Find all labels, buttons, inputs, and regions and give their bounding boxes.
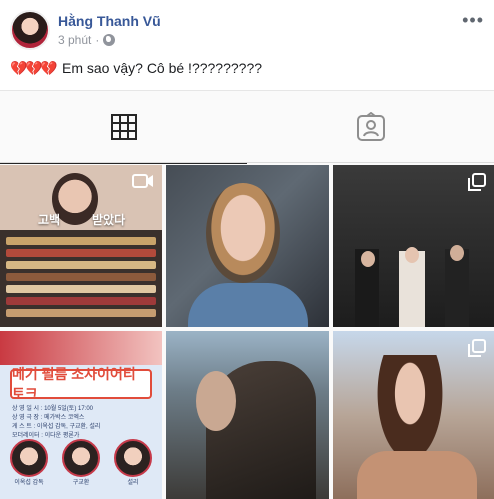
video-overlay-left: 고백 — [38, 213, 61, 227]
poster-title: 메기 펄름 소사이어티 토크 — [10, 366, 152, 402]
multiple-photos-icon — [468, 173, 486, 191]
author-avatar[interactable] — [10, 10, 50, 50]
meta-separator: · — [95, 33, 100, 47]
poster-banner — [0, 331, 162, 365]
tile-shelf-row — [6, 273, 156, 281]
poster-guest: 구교환 — [62, 439, 100, 486]
tile-photo-face — [206, 183, 280, 283]
post-meta: 3 phút · — [58, 33, 116, 47]
poster-info: 상 영 일 시 : 10월 5일(토) 17:00 상 영 극 장 : 메가박스… — [12, 405, 152, 441]
tagged-person-icon — [356, 112, 385, 141]
grid-tile-photo[interactable] — [166, 331, 329, 499]
tile-photo-face — [361, 251, 375, 267]
post-time[interactable]: 3 phút — [58, 33, 91, 47]
tile-shelf-row — [6, 249, 156, 257]
globe-icon[interactable] — [103, 34, 116, 46]
grid-tile-video[interactable]: 고백 받았다 — [0, 165, 162, 327]
instagram-embed: 고백 받았다 메기 펄름 소사이어티 토크 상 영 일 시: 10월 5일(토… — [0, 90, 494, 499]
more-options-button[interactable]: ••• — [462, 10, 484, 31]
tile-photo-body — [357, 451, 477, 499]
tile-photo-shirt — [188, 283, 308, 327]
poster-guests: 이옥섭 감독 구교환 설리 — [10, 439, 152, 486]
poster-guest-name: 구교환 — [72, 480, 90, 486]
post-caption: Em sao vậy? Cô bé !????????? — [62, 60, 263, 76]
poster-guest: 이옥섭 감독 — [10, 439, 48, 486]
tile-photo-face — [405, 247, 419, 263]
poster-info-line: 게 스 트 : 이옥섭 감독, 구교환, 설리 — [12, 424, 101, 430]
tile-photo-face — [375, 355, 445, 465]
poster-guest-name: 설리 — [127, 480, 139, 486]
grid-icon — [110, 114, 137, 140]
broken-heart-icon: 💔 — [25, 59, 43, 76]
poster-guest-photo — [114, 439, 152, 477]
grid-tile-poster[interactable]: 메기 펄름 소사이어티 토크 상 영 일 시 : 10월 5일(토) 17:00… — [0, 331, 162, 499]
grid-tile-photo[interactable] — [166, 165, 329, 327]
tile-shelf-row — [6, 261, 156, 269]
broken-heart-icon: 💔 — [10, 59, 28, 76]
tile-shelf-row — [6, 297, 156, 305]
poster-guest-photo — [62, 439, 100, 477]
post-header: Hằng Thanh Vũ 3 phút · ••• — [10, 10, 484, 54]
grid-tile-carousel[interactable] — [333, 331, 494, 499]
poster-guest-name: 이옥섭 감독 — [14, 480, 44, 486]
grid-tile-carousel[interactable] — [333, 165, 494, 327]
tile-shelf-row — [6, 237, 156, 245]
broken-heart-icon: 💔 — [40, 59, 58, 76]
poster-guest: 설리 — [114, 439, 152, 486]
profile-tabbar — [0, 91, 494, 164]
tile-photo-face — [196, 371, 236, 431]
tile-photo-face — [450, 245, 464, 261]
video-camera-icon — [132, 174, 153, 188]
poster-guest-photo — [10, 439, 48, 477]
post-text: 💔 💔 💔 Em sao vậy? Cô bé !????????? — [10, 60, 262, 76]
tab-posts-grid[interactable] — [0, 91, 247, 164]
broken-hearts: 💔 💔 💔 — [10, 59, 58, 76]
tile-shelf-row — [6, 285, 156, 293]
tab-tagged[interactable] — [247, 91, 494, 163]
tile-shelf-row — [6, 309, 156, 317]
poster-info-line: 상 영 극 장 : 메가박스 코엑스 — [12, 415, 85, 421]
poster-info-line: 상 영 일 시 : 10월 5일(토) 17:00 — [12, 406, 93, 412]
multiple-photos-icon — [468, 339, 486, 357]
video-overlay-right: 받았다 — [92, 213, 126, 227]
author-name[interactable]: Hằng Thanh Vũ — [58, 13, 161, 29]
